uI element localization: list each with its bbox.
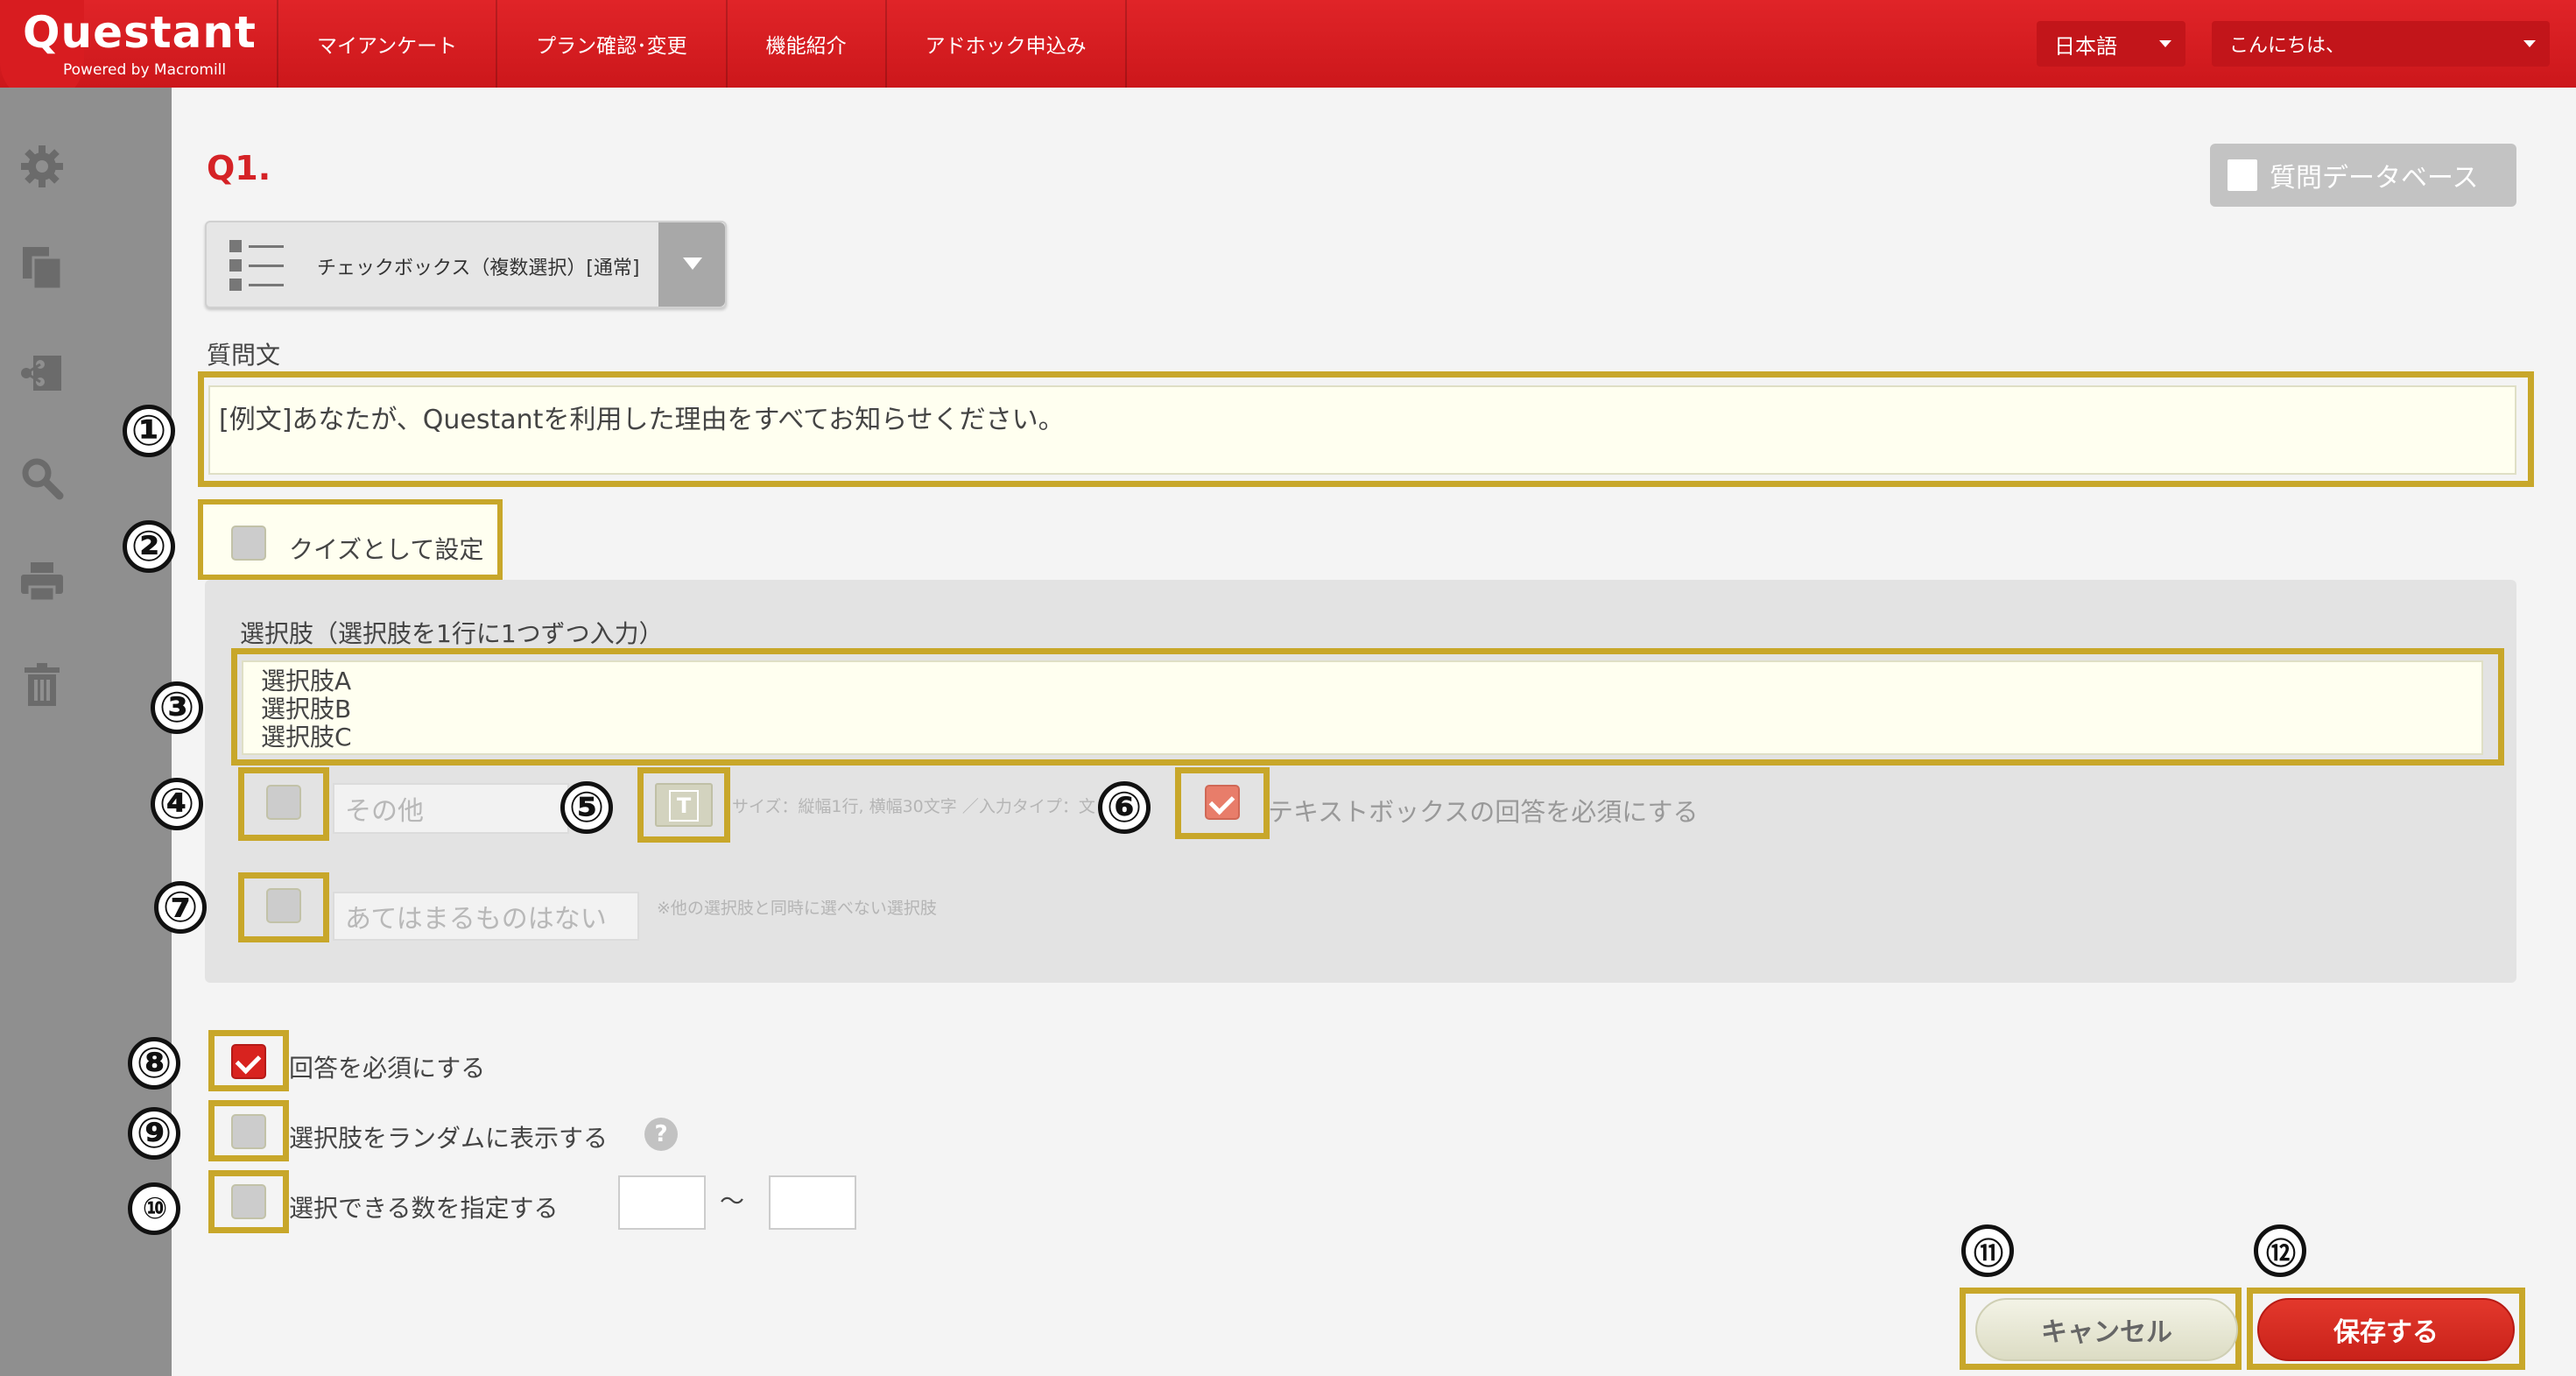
logo[interactable]: Questant: [23, 7, 257, 58]
choice-item: 選択肢A: [261, 667, 352, 695]
annotation-6: ⑥: [1098, 781, 1151, 834]
gear-icon[interactable]: [19, 144, 65, 189]
quiz-label: クイズとして設定: [289, 535, 484, 564]
choice-item: 選択肢C: [261, 723, 352, 752]
language-value: 日本語: [2054, 33, 2117, 59]
list-icon: [2228, 159, 2257, 191]
search-icon[interactable]: [19, 455, 65, 501]
copy-icon[interactable]: [19, 245, 65, 291]
selection-limit-checkbox[interactable]: [231, 1184, 266, 1219]
none-hint: ※他の選択肢と同時に選べない選択肢: [657, 899, 937, 918]
question-type-select[interactable]: チェックボックス（複数選択）[通常]: [205, 221, 727, 308]
nav-adhoc[interactable]: アドホック申込み: [884, 0, 1127, 88]
trash-icon[interactable]: [19, 662, 65, 708]
random-order-label: 選択肢をランダムに表示する: [289, 1124, 609, 1153]
greeting-text: こんにちは、: [2229, 35, 2346, 57]
selection-max-input[interactable]: [769, 1175, 856, 1230]
annotation-9: ⑨: [128, 1107, 180, 1160]
selection-limit-label: 選択できる数を指定する: [289, 1194, 559, 1223]
question-database-label: 質問データベース: [2270, 163, 2479, 194]
annotation-10: ⑩: [128, 1182, 180, 1235]
question-number: Q1.: [207, 149, 271, 187]
annotation-2: ②: [123, 520, 175, 573]
choice-item: 選択肢B: [261, 695, 352, 723]
annotation-7: ⑦: [154, 881, 207, 934]
chevron-down-icon: [2523, 40, 2536, 47]
annotation-5: ⑤: [560, 781, 613, 834]
answer-required-label: 回答を必須にする: [289, 1054, 486, 1083]
textbox-required-checkbox[interactable]: [1205, 785, 1240, 820]
annotation-1: ①: [123, 405, 175, 457]
other-text-input[interactable]: その他: [333, 783, 569, 834]
annotation-8: ⑧: [128, 1037, 180, 1090]
check-icon: [1208, 788, 1235, 815]
choices-textarea[interactable]: 選択肢A 選択肢B 選択肢C: [242, 660, 2483, 755]
user-menu[interactable]: こんにちは、: [2212, 21, 2550, 67]
logo-subtitle: Powered by Macromill: [63, 61, 227, 79]
main-nav: マイアンケート プラン確認･変更 機能紹介 アドホック申込み: [277, 0, 1127, 88]
top-bar: Questant Powered by Macromill マイアンケート プラ…: [0, 0, 2576, 103]
textbox-required-label: テキストボックスの回答を必須にする: [1268, 797, 1699, 827]
quiz-checkbox[interactable]: [231, 526, 266, 561]
annotation-11: ⑪: [1961, 1224, 2014, 1277]
other-hint: サイズ：縦幅1行, 横幅30文字 ／入力タイプ：文: [732, 797, 1095, 816]
choices-label: 選択肢（選択肢を1行に1つずつ入力）: [240, 619, 664, 648]
chevron-down-icon[interactable]: [658, 222, 725, 307]
text-format-icon: T: [669, 790, 699, 822]
check-icon: [235, 1048, 262, 1075]
question-type-label: チェックボックス（複数選択）[通常]: [317, 258, 640, 279]
annotation-4: ④: [151, 778, 203, 830]
random-order-checkbox[interactable]: [231, 1114, 266, 1149]
question-database-button[interactable]: 質問データベース: [2210, 144, 2516, 207]
save-button[interactable]: 保存する: [2257, 1298, 2515, 1361]
answer-required-checkbox[interactable]: [231, 1044, 266, 1079]
share-icon[interactable]: [19, 350, 65, 396]
print-icon[interactable]: [19, 559, 65, 604]
nav-plan[interactable]: プラン確認･変更: [496, 0, 726, 88]
checkbox-list-icon: [229, 240, 284, 291]
selection-min-input[interactable]: [618, 1175, 706, 1230]
sidebar: [0, 88, 84, 1376]
nav-my-survey[interactable]: マイアンケート: [277, 0, 496, 88]
annotation-12: ⑫: [2254, 1224, 2306, 1277]
none-text-input[interactable]: あてはまるものはない: [333, 892, 639, 941]
none-checkbox[interactable]: [266, 888, 301, 923]
other-checkbox[interactable]: [266, 785, 301, 820]
chevron-down-icon: [2159, 40, 2171, 47]
language-select[interactable]: 日本語: [2037, 21, 2185, 67]
range-separator: 〜: [720, 1187, 745, 1216]
annotation-3: ③: [151, 681, 203, 734]
nav-features[interactable]: 機能紹介: [725, 0, 885, 88]
question-text-label: 質問文: [207, 341, 281, 370]
question-text-input[interactable]: [例文]あなたが、Questantを利用した理由をすべてお知らせください。: [208, 385, 2516, 475]
cancel-button[interactable]: キャンセル: [1975, 1298, 2238, 1361]
textbox-format-button[interactable]: T: [655, 783, 713, 827]
help-icon[interactable]: ?: [644, 1118, 678, 1151]
